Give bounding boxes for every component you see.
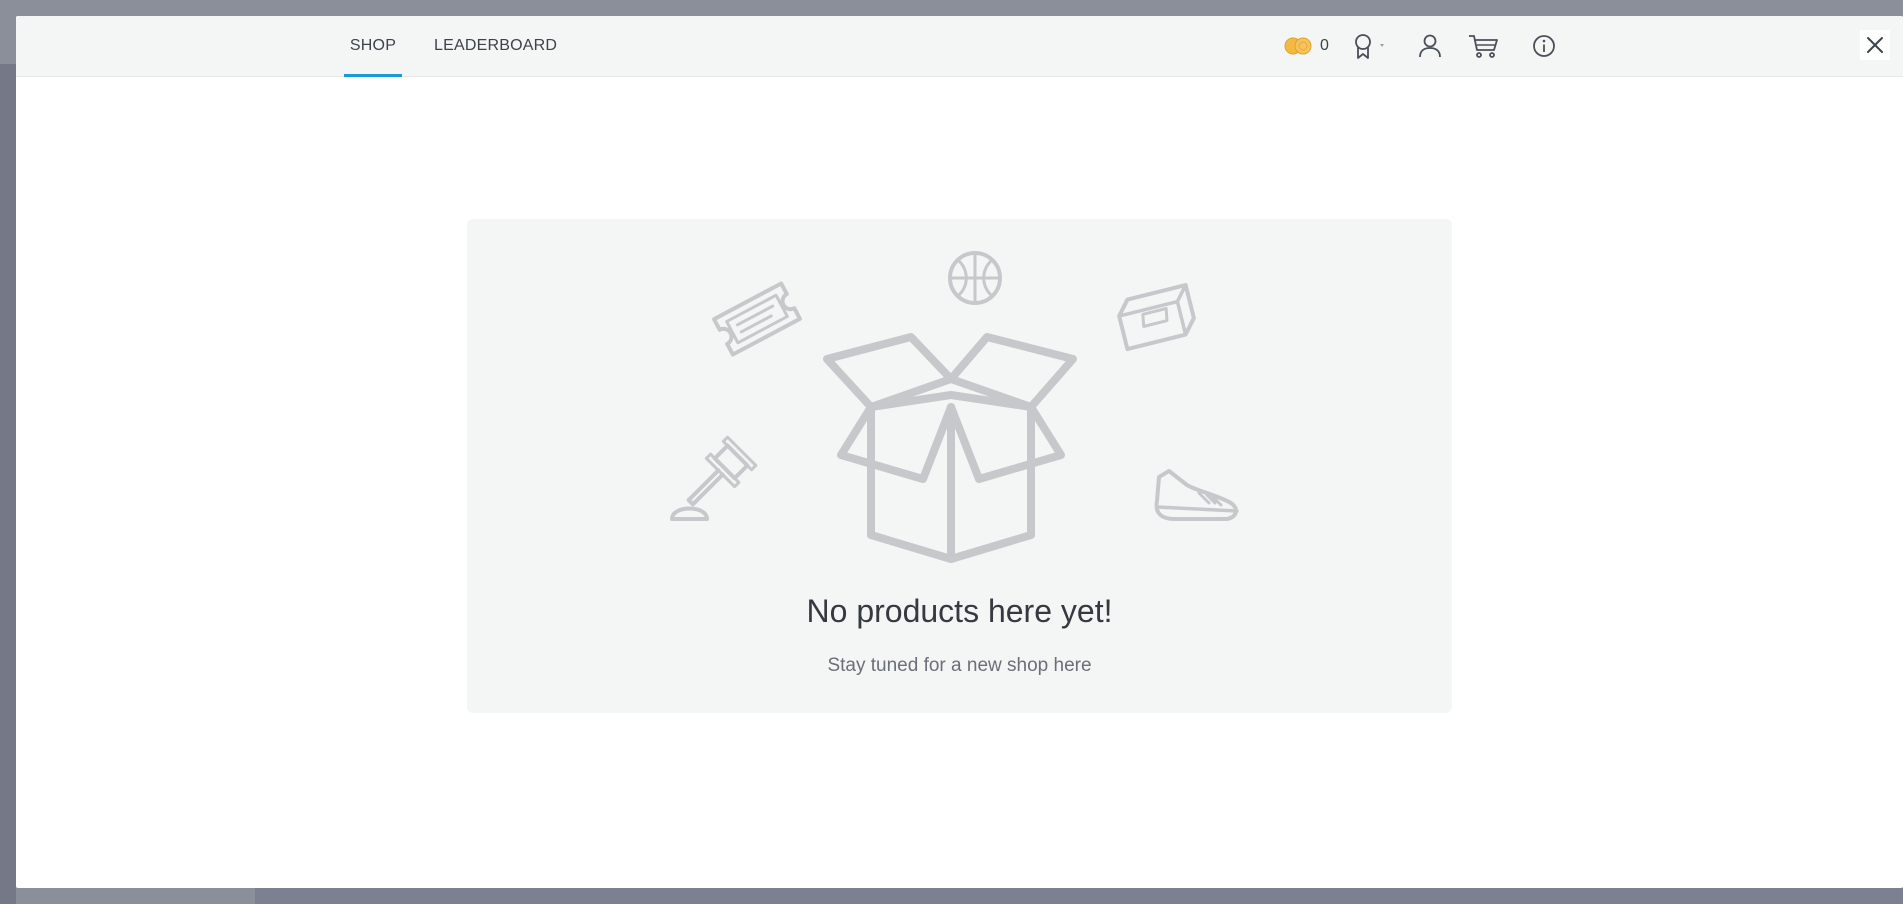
empty-state-illustration	[670, 251, 1239, 563]
open-box-icon	[823, 333, 1077, 563]
gavel-icon	[670, 435, 758, 521]
info-button[interactable]	[1530, 32, 1558, 60]
backdrop-sidebar	[0, 64, 16, 904]
profile-button[interactable]	[1416, 32, 1444, 60]
sneaker-icon	[1154, 469, 1239, 521]
empty-state-title: No products here yet!	[806, 593, 1113, 629]
user-icon	[1419, 34, 1441, 58]
award-dropdown[interactable]	[1352, 32, 1392, 60]
tab-leaderboard[interactable]: LEADERBOARD	[434, 16, 557, 76]
book-icon	[1117, 283, 1196, 352]
coins-icon	[1284, 37, 1312, 55]
modal-header: SHOP LEADERBOARD 0	[16, 16, 1903, 77]
shop-modal: SHOP LEADERBOARD 0 No products here yet!…	[16, 16, 1903, 888]
award-icon	[1355, 34, 1384, 59]
tab-shop[interactable]: SHOP	[344, 16, 402, 77]
close-button[interactable]	[1860, 30, 1890, 60]
ticket-icon	[712, 281, 802, 357]
coins-balance[interactable]: 0	[1284, 32, 1329, 60]
chevron-down-icon	[1380, 44, 1384, 47]
empty-state-subtitle: Stay tuned for a new shop here	[827, 655, 1092, 676]
coins-count: 0	[1320, 37, 1329, 54]
close-icon	[1860, 30, 1890, 60]
empty-state-card: No products here yet! Stay tuned for a n…	[467, 219, 1452, 713]
cart-button[interactable]	[1466, 32, 1502, 60]
cart-icon	[1469, 35, 1498, 58]
basketball-icon	[948, 251, 1002, 305]
info-icon	[1533, 35, 1555, 57]
